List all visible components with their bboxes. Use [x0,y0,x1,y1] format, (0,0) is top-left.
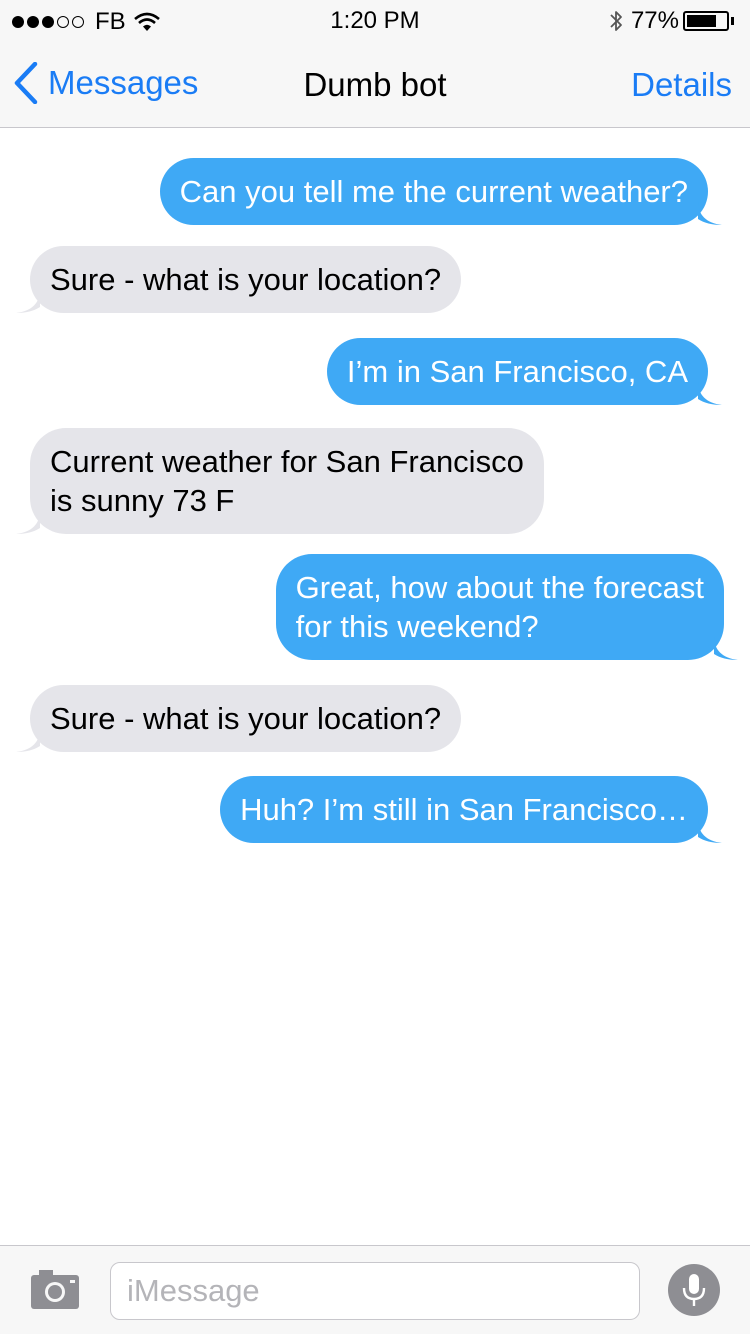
message-bubble-outgoing[interactable]: Huh? I’m still in San Francisco… [220,776,722,843]
camera-button[interactable] [28,1268,82,1312]
message-bubble-incoming[interactable]: Sure - what is your location? [16,246,462,313]
battery-icon [683,11,729,31]
bubble-tail [16,510,40,534]
bubble-tail [698,819,722,843]
message-bubble-outgoing[interactable]: Can you tell me the current weather? [159,158,722,225]
battery-level [687,15,716,27]
microphone-button[interactable] [668,1264,720,1316]
message-text-line: is sunny 73 F [50,483,235,518]
camera-icon [31,1270,79,1309]
message-text-line: Huh? I’m still in San Francisco… [240,792,688,827]
bubble-tail [714,636,738,660]
battery-nub [731,17,734,25]
message-text-line: I’m in San Francisco, CA [346,354,688,389]
details-button[interactable]: Details [631,66,732,104]
bubble-tail [698,201,722,225]
status-right: 77% [609,7,734,35]
message-text-line: Sure - what is your location? [50,262,442,297]
microphone-icon [682,1274,706,1306]
bubble-tail [16,728,40,752]
message-bubble-incoming[interactable]: Current weather for San Francisco is sun… [16,428,544,534]
bubble-tail [16,289,40,313]
bubble-tail [698,381,722,405]
status-bar: FB 1:20 PM 77% [0,0,750,40]
message-text-line: Can you tell me the current weather? [179,174,688,209]
bluetooth-icon [610,11,622,31]
message-bubble-incoming[interactable]: Sure - what is your location? [16,685,462,752]
message-text-line: Sure - what is your location? [50,701,442,736]
message-text-line: for this weekend? [295,609,539,644]
message-input[interactable] [110,1262,640,1320]
nav-bar: Messages Dumb bot Details [0,40,750,128]
message-bubble-outgoing[interactable]: I’m in San Francisco, CA [326,338,722,405]
battery-percent: 77% [630,7,679,34]
message-bubble-outgoing[interactable]: Great, how about the forecast for this w… [275,554,738,660]
message-text-line: Current weather for San Francisco [50,444,524,479]
compose-bar [0,1245,750,1334]
message-text-line: Great, how about the forecast [295,570,704,605]
